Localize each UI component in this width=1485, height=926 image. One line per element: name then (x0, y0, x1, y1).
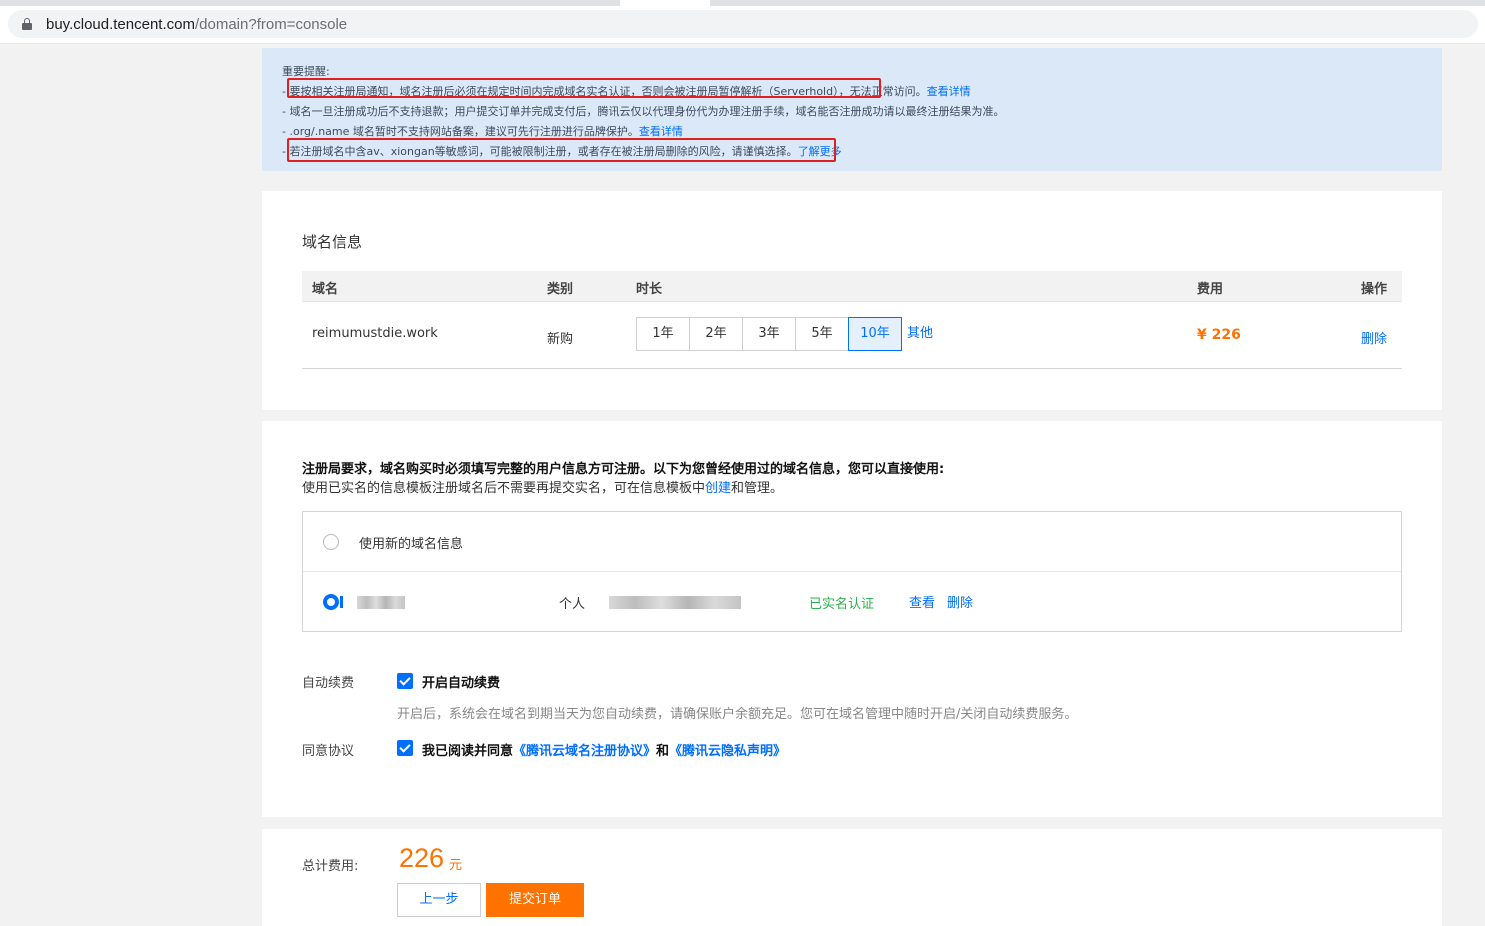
total-fee-label: 总计费用: (302, 859, 359, 874)
agreement-checkbox[interactable] (397, 740, 413, 756)
domain-table-header: 域名 类别 时长 费用 操作 (302, 271, 1402, 302)
radio-existing-template[interactable] (323, 594, 339, 610)
domain-info-choices: 使用新的域名信息 个人 已实名认证 查看 删除 (302, 511, 1402, 632)
duration-option-2y[interactable]: 2年 (689, 317, 743, 351)
auto-renew-hint: 开启后，系统会在域名到期当天为您自动续费，请确保账户余额充足。您可在域名管理中随… (397, 707, 1078, 722)
blurred-template-id (609, 596, 741, 609)
notice-title: 重要提醒: (282, 65, 330, 78)
header-duration: 时长 (636, 282, 663, 297)
domain-registration-agreement-link[interactable]: 《腾讯云域名注册协议》 (513, 744, 656, 759)
duration-option-1y[interactable]: 1年 (636, 317, 690, 351)
new-info-label: 使用新的域名信息 (359, 537, 464, 552)
lock-icon[interactable] (22, 18, 32, 30)
delete-template-link[interactable]: 删除 (947, 592, 973, 611)
agreement-text: 我已阅读并同意《腾讯云域名注册协议》和《腾讯云隐私声明》 (422, 740, 786, 759)
url-host: buy.cloud.tencent.com (46, 15, 195, 33)
total-fee-amount: 226 (399, 843, 445, 873)
notice-line-1: - 要按相关注册局通知，域名注册后必须在规定时间内完成域名实名认证，否则会被注册… (282, 82, 1442, 102)
previous-step-button[interactable]: 上一步 (397, 883, 481, 917)
notice-text-2: 域名一旦注册成功后不支持退款；用户提交订单并完成支付后，腾讯云仅以代理身份代为办… (289, 105, 1005, 118)
url-path: /domain?from=console (194, 15, 348, 33)
notice-text-4: 若注册域名中含av、xiongan等敏感词，可能被限制注册，或者存在被注册局删除… (289, 145, 798, 158)
tab-strip (0, 0, 1485, 6)
notice-text-1: 要按相关注册局通知，域名注册后必须在规定时间内完成域名实名认证，否则会被注册局暂… (289, 85, 927, 98)
agreement-prefix: 我已阅读并同意 (422, 744, 514, 759)
domain-name: reimumustdie.work (312, 326, 438, 341)
duration-option-10y[interactable]: 10年 (848, 317, 902, 351)
duration-selector: 1年 2年 3年 5年 10年 其他 (636, 317, 933, 351)
template-hint-text: 使用已实名的信息模板注册域名后不需要再提交实名，可在信息模板中创建和管理。 (302, 479, 944, 498)
notice-details-link-3[interactable]: 查看详情 (639, 125, 683, 138)
radio-new-info[interactable] (323, 534, 339, 550)
registrant-info-card: 注册局要求，域名购买时必须填写完整的用户信息方可注册。以下为您曾经使用过的域名信… (262, 421, 1442, 817)
notice-text-3: .org/.name 域名暂时不支持网站备案，建议可先行注册进行品牌保护。 (289, 125, 639, 138)
view-template-link[interactable]: 查看 (909, 592, 935, 611)
duration-other-link[interactable]: 其他 (907, 317, 933, 351)
header-domain: 域名 (312, 282, 339, 297)
choice-new-info[interactable]: 使用新的域名信息 (303, 512, 1401, 572)
registrant-notice: 注册局要求，域名购买时必须填写完整的用户信息方可注册。以下为您曾经使用过的域名信… (302, 460, 944, 498)
create-template-link[interactable]: 创建 (705, 481, 731, 496)
address-bar[interactable]: buy.cloud.tencent.com/domain?from=consol… (8, 10, 1478, 38)
notice-line-2: - 域名一旦注册成功后不支持退款；用户提交订单并完成支付后，腾讯云仅以代理身份代… (282, 102, 1442, 122)
notice-line-4: - 若注册域名中含av、xiongan等敏感词，可能被限制注册，或者存在被注册局… (282, 142, 1442, 162)
purchase-type: 新购 (547, 332, 574, 347)
auto-renew-label: 自动续费 (302, 676, 355, 691)
choice-existing-template[interactable]: 个人 已实名认证 查看 删除 (303, 572, 1401, 632)
submit-order-button[interactable]: 提交订单 (486, 883, 584, 917)
important-notice: 重要提醒: - 要按相关注册局通知，域名注册后必须在规定时间内完成域名实名认证，… (262, 48, 1442, 171)
header-type: 类别 (547, 282, 574, 297)
auto-renew-checkbox-label[interactable]: 开启自动续费 (422, 672, 500, 691)
active-tab[interactable] (620, 0, 710, 6)
notice-details-link-1[interactable]: 查看详情 (927, 85, 971, 98)
table-row: reimumustdie.work 新购 1年 2年 3年 5年 10年 其他 … (302, 302, 1402, 369)
header-fee: 费用 (1197, 282, 1224, 297)
template-owner-type: 个人 (559, 597, 586, 612)
blurred-template-name (357, 596, 405, 609)
domain-info-card: 域名信息 域名 类别 时长 费用 操作 reimumustdie.work 新购… (262, 191, 1442, 410)
privacy-statement-link[interactable]: 《腾讯云隐私声明》 (669, 744, 786, 759)
registrant-requirement-text: 注册局要求，域名购买时必须填写完整的用户信息方可注册。以下为您曾经使用过的域名信… (302, 462, 945, 477)
notice-learn-more-link[interactable]: 了解更多 (798, 145, 842, 158)
template-hint-before: 使用已实名的信息模板注册域名后不需要再提交实名，可在信息模板中 (302, 481, 706, 496)
browser-toolbar: buy.cloud.tencent.com/domain?from=consol… (0, 0, 1485, 44)
duration-option-3y[interactable]: 3年 (742, 317, 796, 351)
template-hint-after: 和管理。 (731, 481, 784, 496)
domain-price: ¥ 226 (1197, 327, 1241, 343)
header-action: 操作 (1361, 282, 1388, 297)
agreement-label: 同意协议 (302, 744, 355, 759)
notice-line-3: - .org/.name 域名暂时不支持网站备案，建议可先行注册进行品牌保护。查… (282, 122, 1442, 142)
section-title-domain-info: 域名信息 (302, 233, 363, 251)
url-text: buy.cloud.tencent.com/domain?from=consol… (46, 16, 347, 33)
radio-selection-marker (340, 596, 343, 608)
auto-renew-checkbox[interactable] (397, 673, 413, 689)
verified-status: 已实名认证 (809, 597, 875, 612)
delete-domain-link[interactable]: 删除 (1361, 328, 1387, 347)
agreement-and: 和 (656, 744, 670, 759)
duration-option-5y[interactable]: 5年 (795, 317, 849, 351)
total-fee-unit: 元 (449, 858, 463, 873)
order-total-card: 总计费用: 226 元 上一步 提交订单 (262, 829, 1442, 926)
